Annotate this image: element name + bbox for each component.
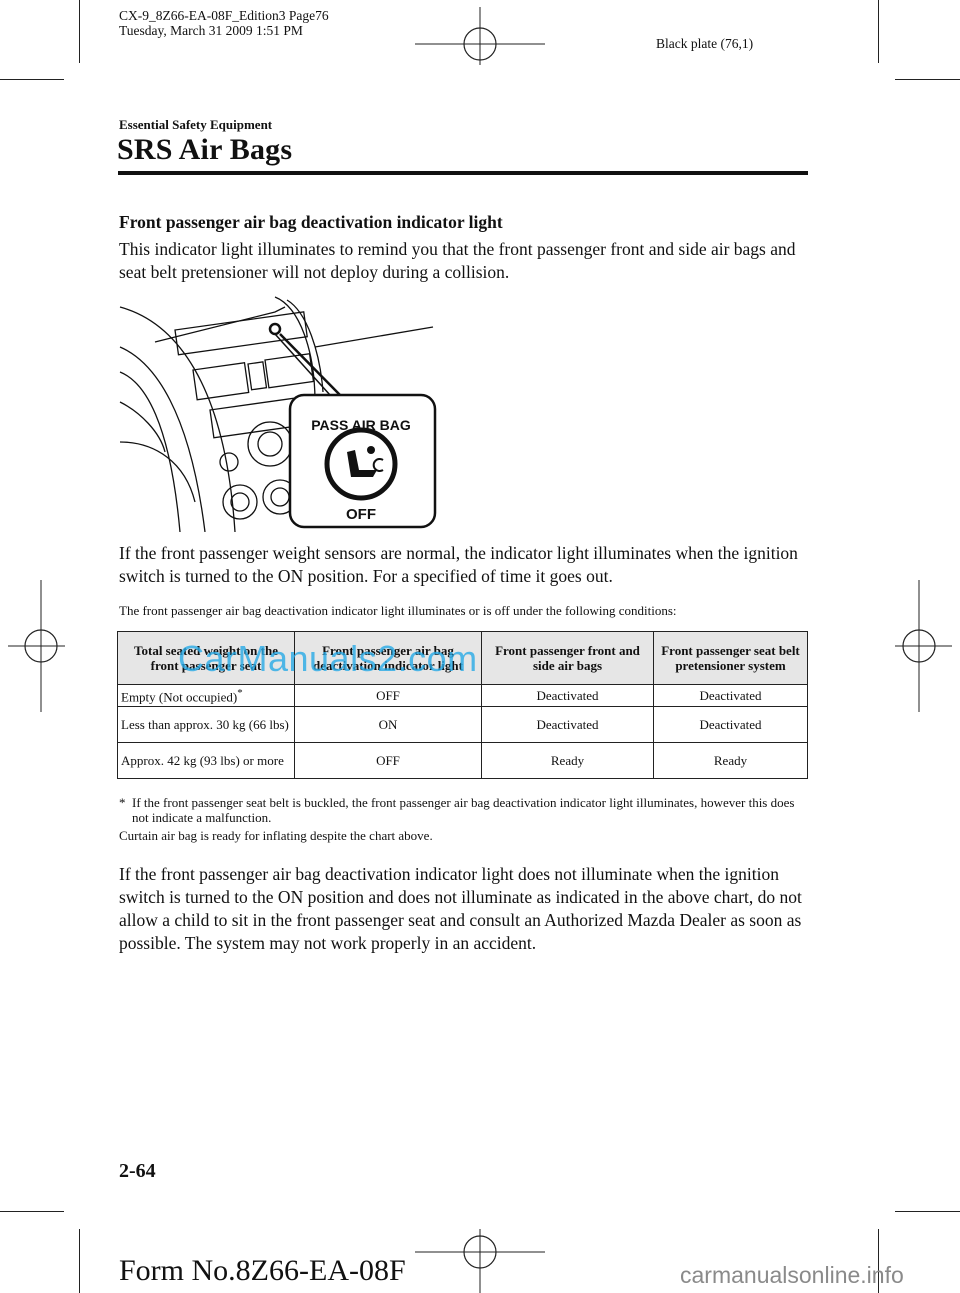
watermark-carmanualsonline: carmanualsonline.info bbox=[680, 1262, 904, 1288]
table-cell: Empty (Not occupied)* bbox=[117, 684, 295, 707]
page-title: SRS Air Bags bbox=[117, 133, 293, 166]
date-line: Tuesday, March 31 2009 1:51 PM bbox=[119, 23, 303, 38]
warning-paragraph: If the front passenger air bag deactivat… bbox=[119, 864, 802, 953]
watermark-carmanuals2: CarManuals2.com bbox=[178, 638, 478, 679]
table-cell: Deactivated bbox=[481, 706, 654, 743]
footnote-text: If the front passenger seat belt is buck… bbox=[132, 795, 795, 825]
print-job-info: CX-9_8Z66-EA-08F_Edition3 Page76 Tuesday… bbox=[119, 8, 329, 38]
crop-mark bbox=[79, 1229, 80, 1293]
registration-mark-top-icon bbox=[415, 7, 545, 65]
table-cell: Deactivated bbox=[653, 684, 808, 707]
cell-text: Empty (Not occupied) bbox=[121, 689, 238, 705]
table-cell: Less than approx. 30 kg (66 lbs) bbox=[117, 706, 295, 743]
crop-mark bbox=[895, 79, 960, 80]
indicator-top-text: PASS AIR BAG bbox=[311, 417, 411, 433]
file-line: CX-9_8Z66-EA-08F_Edition3 Page76 bbox=[119, 8, 329, 23]
footnote-marker: * bbox=[237, 687, 243, 700]
form-number: Form No.8Z66-EA-08F bbox=[119, 1254, 406, 1287]
dashboard-indicator-illustration: PASS AIR BAG OFF bbox=[119, 296, 437, 532]
footnote-marker: * bbox=[119, 795, 126, 810]
table-cell: Ready bbox=[653, 742, 808, 779]
table-cell: Deactivated bbox=[653, 706, 808, 743]
table-row: Approx. 42 kg (93 lbs) or more OFF Ready… bbox=[117, 742, 808, 779]
table-caption: The front passenger air bag deactivation… bbox=[119, 603, 677, 618]
subheading: Front passenger air bag deactivation ind… bbox=[119, 212, 503, 232]
crop-mark bbox=[0, 1211, 64, 1212]
crop-mark bbox=[0, 79, 64, 80]
indicator-bottom-text: OFF bbox=[346, 506, 376, 523]
section-label: Essential Safety Equipment bbox=[119, 117, 273, 132]
curtain-note: Curtain air bag is ready for inflating d… bbox=[119, 828, 433, 843]
crop-mark bbox=[79, 0, 80, 63]
table-cell: ON bbox=[294, 706, 482, 743]
table-cell: Approx. 42 kg (93 lbs) or more bbox=[117, 742, 295, 779]
plate-label: Black plate (76,1) bbox=[656, 36, 754, 51]
registration-mark-bottom-icon bbox=[415, 1229, 545, 1293]
title-rule bbox=[118, 171, 808, 175]
crop-mark bbox=[895, 1211, 960, 1212]
footnote: * If the front passenger seat belt is bu… bbox=[119, 795, 809, 825]
registration-mark-left-icon bbox=[8, 580, 65, 712]
table-row: Empty (Not occupied)* OFF Deactivated De… bbox=[117, 684, 808, 707]
table-cell: Deactivated bbox=[481, 684, 654, 707]
table-row: Less than approx. 30 kg (66 lbs) ON Deac… bbox=[117, 706, 808, 743]
column-header: Front passenger front and side air bags bbox=[481, 631, 654, 685]
crop-mark bbox=[878, 0, 879, 63]
column-header: Front passenger seat belt pretensioner s… bbox=[653, 631, 808, 685]
table-cell: OFF bbox=[294, 742, 482, 779]
normal-operation-paragraph: If the front passenger weight sensors ar… bbox=[119, 543, 798, 586]
page-number: 2-64 bbox=[119, 1160, 156, 1182]
table-cell: Ready bbox=[481, 742, 654, 779]
registration-mark-right-icon bbox=[895, 580, 952, 712]
intro-paragraph: This indicator light illuminates to remi… bbox=[119, 239, 796, 282]
table-cell: OFF bbox=[294, 684, 482, 707]
